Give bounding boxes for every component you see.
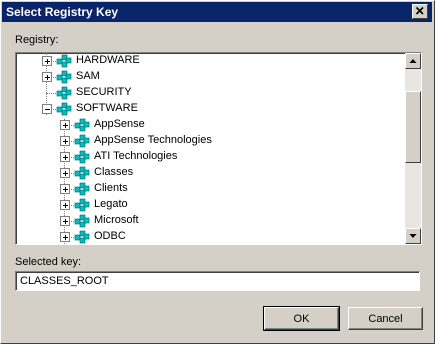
ok-button[interactable]: OK <box>263 306 340 331</box>
window-title: Select Registry Key <box>6 5 119 19</box>
expand-icon[interactable] <box>60 152 70 162</box>
tree-node-label: HARDWARE <box>76 54 140 66</box>
arrow-up-icon <box>409 59 417 63</box>
tree-node-label: ATI Technologies <box>94 150 178 162</box>
registry-key-icon <box>74 117 90 133</box>
close-button[interactable] <box>412 4 428 19</box>
expand-icon[interactable] <box>60 216 70 226</box>
expand-icon[interactable] <box>60 200 70 210</box>
tree-node[interactable]: Clients <box>16 181 396 197</box>
expand-icon[interactable] <box>60 184 70 194</box>
registry-key-icon <box>56 69 72 85</box>
expand-icon[interactable] <box>60 120 70 130</box>
expand-icon[interactable] <box>60 232 70 242</box>
registry-key-icon <box>74 197 90 213</box>
tree-node[interactable]: SOFTWARE <box>16 101 396 117</box>
select-registry-key-dialog: Select Registry Key Registry: HARDWARE SA… <box>0 0 435 344</box>
tree-connector <box>46 93 56 94</box>
scroll-thumb[interactable] <box>405 91 421 163</box>
tree-node[interactable]: ODBC <box>16 229 396 244</box>
tree-node[interactable]: Classes <box>16 165 396 181</box>
selected-key-input[interactable] <box>15 271 420 291</box>
tree-node-label: SECURITY <box>76 86 132 98</box>
tree-node[interactable]: AppSense <box>16 117 396 133</box>
expand-icon[interactable] <box>60 168 70 178</box>
vertical-scrollbar[interactable] <box>405 53 421 244</box>
registry-key-icon <box>74 181 90 197</box>
arrow-down-icon <box>409 234 417 238</box>
registry-key-icon <box>74 165 90 181</box>
title-bar[interactable]: Select Registry Key <box>2 2 432 22</box>
tree-node-label: Legato <box>94 198 128 210</box>
selected-key-label: Selected key: <box>15 256 82 268</box>
tree-node[interactable]: SAM <box>16 69 396 85</box>
tree-node-label: Clients <box>94 182 128 194</box>
collapse-icon[interactable] <box>42 104 52 114</box>
tree-node[interactable]: Microsoft <box>16 213 396 229</box>
registry-key-icon <box>74 149 90 165</box>
tree-node[interactable]: AppSense Technologies <box>16 133 396 149</box>
tree-node-label: Microsoft <box>94 214 139 226</box>
tree-node[interactable]: Legato <box>16 197 396 213</box>
registry-key-icon <box>74 229 90 244</box>
tree-node[interactable]: HARDWARE <box>16 53 396 69</box>
tree-node[interactable]: ATI Technologies <box>16 149 396 165</box>
tree-node-label: SOFTWARE <box>76 102 138 114</box>
tree-node[interactable]: SECURITY <box>16 85 396 101</box>
scroll-up-button[interactable] <box>405 53 421 69</box>
tree-node-label: ODBC <box>94 230 126 242</box>
registry-tree[interactable]: HARDWARE SAM SECURITY SOFTWARE AppSense AppS… <box>15 52 422 245</box>
tree-node-label: AppSense Technologies <box>94 134 212 146</box>
expand-icon[interactable] <box>60 136 70 146</box>
expand-icon[interactable] <box>42 72 52 82</box>
registry-key-icon <box>56 101 72 117</box>
registry-key-icon <box>56 53 72 69</box>
registry-key-icon <box>74 213 90 229</box>
cancel-button[interactable]: Cancel <box>348 307 423 330</box>
close-icon <box>415 6 424 15</box>
scroll-down-button[interactable] <box>405 228 421 244</box>
registry-key-icon <box>74 133 90 149</box>
tree-node-label: AppSense <box>94 118 145 130</box>
registry-label: Registry: <box>15 34 59 46</box>
expand-icon[interactable] <box>42 56 52 66</box>
tree-node-label: SAM <box>76 70 100 82</box>
registry-key-icon <box>56 85 72 101</box>
tree-node-label: Classes <box>94 166 134 178</box>
